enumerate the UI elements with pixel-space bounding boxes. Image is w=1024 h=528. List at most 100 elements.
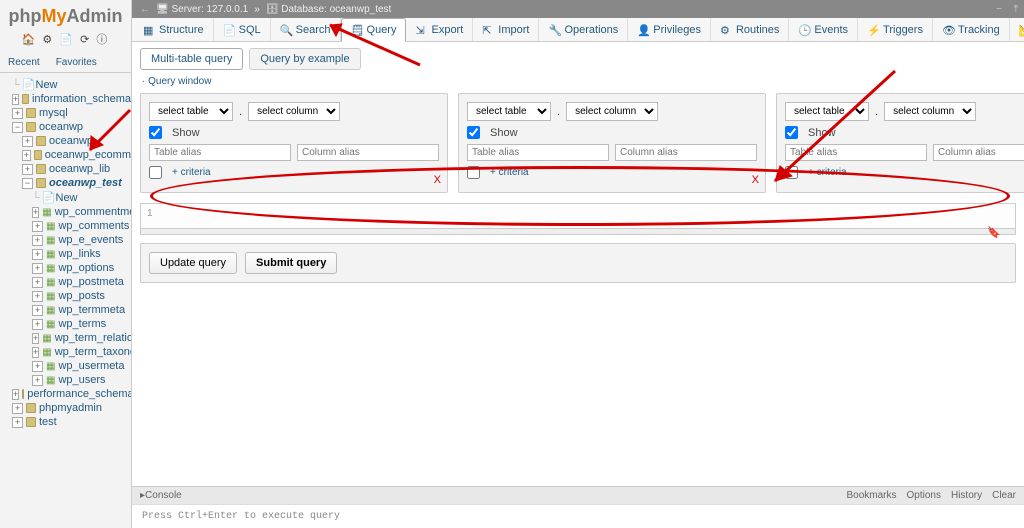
column-alias-input[interactable]: [615, 144, 757, 161]
main-tabs: ▦Structure 📄SQL 🔍Search 🗒Query ⇲Export ⇱…: [132, 18, 1024, 42]
tree-db[interactable]: +test: [0, 415, 131, 429]
tree-new[interactable]: └📄 New: [0, 77, 131, 92]
tree-db[interactable]: +phpmyadmin: [0, 401, 131, 415]
export-icon: ⇲: [415, 24, 427, 36]
tree-db[interactable]: +performance_schema: [0, 387, 131, 401]
tree-table[interactable]: +▦wp_commentmeta: [0, 205, 131, 219]
show-checkbox[interactable]: [149, 126, 162, 139]
tree-table[interactable]: +▦wp_termmeta: [0, 303, 131, 317]
criteria-checkbox[interactable]: [785, 166, 798, 179]
select-table[interactable]: select table: [785, 102, 869, 121]
add-criteria-link[interactable]: + criteria: [172, 167, 211, 178]
tree-table[interactable]: +▦wp_posts: [0, 289, 131, 303]
query-window-link[interactable]: · Query window: [132, 76, 1024, 93]
show-checkbox[interactable]: [785, 126, 798, 139]
tree-table[interactable]: +▦wp_options: [0, 261, 131, 275]
logo: phpMyAdmin: [0, 0, 131, 29]
sql-editor[interactable]: 1: [140, 203, 1016, 229]
console-bookmarks[interactable]: Bookmarks: [846, 490, 896, 501]
nav-arrow-icon[interactable]: ←: [140, 4, 150, 15]
remove-column-icon[interactable]: X: [434, 174, 441, 186]
subtab-multi-table[interactable]: Multi-table query: [140, 48, 243, 70]
add-criteria-link[interactable]: + criteria: [490, 167, 529, 178]
add-criteria-link[interactable]: + criteria: [808, 167, 847, 178]
query-icon: 🗒: [351, 24, 363, 36]
query-column-box: select table.select column Show + criter…: [776, 93, 1024, 193]
tree-table[interactable]: +▦wp_e_events: [0, 233, 131, 247]
tree-table[interactable]: +▦wp_usermeta: [0, 359, 131, 373]
sidetab-recent[interactable]: Recent: [0, 53, 48, 72]
tab-privileges[interactable]: 👤Privileges: [628, 18, 711, 41]
tree-table[interactable]: +▦wp_links: [0, 247, 131, 261]
column-alias-input[interactable]: [297, 144, 439, 161]
criteria-checkbox[interactable]: [467, 166, 480, 179]
select-table[interactable]: select table: [149, 102, 233, 121]
tree-table[interactable]: +▦wp_terms: [0, 317, 131, 331]
tree-db[interactable]: +information_schema: [0, 92, 131, 106]
table-alias-input[interactable]: [785, 144, 927, 161]
tree-table[interactable]: +▦wp_comments: [0, 219, 131, 233]
tab-routines[interactable]: ⚙Routines: [711, 18, 789, 41]
tree-db[interactable]: +oceanwp: [0, 134, 131, 148]
db-tree: └📄 New +information_schema +mysql −ocean…: [0, 73, 131, 437]
tab-designer[interactable]: 📐Designer: [1010, 18, 1024, 41]
select-table[interactable]: select table: [467, 102, 551, 121]
tree-table[interactable]: +▦wp_term_taxonomy: [0, 345, 131, 359]
tab-structure[interactable]: ▦Structure: [134, 18, 214, 41]
tree-db[interactable]: −oceanwp: [0, 120, 131, 134]
user-icon: 👤: [637, 24, 649, 36]
tab-operations[interactable]: 🔧Operations: [539, 18, 628, 41]
tab-tracking[interactable]: 👁Tracking: [933, 18, 1010, 41]
clock-icon: 🕒: [798, 24, 810, 36]
table-alias-input[interactable]: [467, 144, 609, 161]
console-options[interactable]: Options: [907, 490, 941, 501]
remove-column-icon[interactable]: X: [752, 174, 759, 186]
submit-query-button[interactable]: Submit query: [245, 252, 337, 274]
select-column[interactable]: select column: [884, 102, 976, 121]
column-alias-input[interactable]: [933, 144, 1024, 161]
quick-icons[interactable]: 🏠 ⚙ 📄 ⟳ ⓘ: [0, 29, 131, 53]
query-column-box: select table.select column Show + criter…: [458, 93, 766, 193]
minimize-icon[interactable]: −: [996, 4, 1002, 15]
tab-events[interactable]: 🕒Events: [789, 18, 858, 41]
table-alias-input[interactable]: [149, 144, 291, 161]
tree-db[interactable]: +mysql: [0, 106, 131, 120]
wrench-icon: 🔧: [548, 24, 560, 36]
eye-icon: 👁: [942, 24, 954, 36]
breadcrumb-bar: ← 🖥 Server: 127.0.0.1 » 🗄 Database: ocea…: [132, 0, 1024, 18]
tree-db-selected[interactable]: −oceanwp_test: [0, 176, 131, 190]
import-icon: ⇱: [482, 24, 494, 36]
tab-export[interactable]: ⇲Export: [406, 18, 473, 41]
tab-sql[interactable]: 📄SQL: [214, 18, 271, 41]
tree-db[interactable]: +oceanwp_lib: [0, 162, 131, 176]
tree-table[interactable]: +▦wp_postmeta: [0, 275, 131, 289]
console-history[interactable]: History: [951, 490, 982, 501]
criteria-checkbox[interactable]: [149, 166, 162, 179]
sql-icon: 📄: [223, 24, 235, 36]
show-label: Show: [808, 127, 836, 139]
select-column[interactable]: select column: [566, 102, 658, 121]
tree-table[interactable]: +▦wp_term_relationships: [0, 331, 131, 345]
structure-icon: ▦: [143, 24, 155, 36]
show-checkbox[interactable]: [467, 126, 480, 139]
tab-triggers[interactable]: ⚡Triggers: [858, 18, 933, 41]
tab-search[interactable]: 🔍Search: [271, 18, 341, 41]
console-body[interactable]: Press Ctrl+Enter to execute query: [132, 504, 1024, 528]
console-clear[interactable]: Clear: [992, 490, 1016, 501]
tab-query[interactable]: 🗒Query: [341, 18, 407, 42]
select-column[interactable]: select column: [248, 102, 340, 121]
designer-icon: 📐: [1019, 24, 1024, 36]
update-query-button[interactable]: Update query: [149, 252, 237, 274]
sidetab-favorites[interactable]: Favorites: [48, 53, 105, 72]
console-header[interactable]: ▸ Console Bookmarks Options History Clea…: [132, 486, 1024, 504]
tree-new-table[interactable]: └📄 New: [0, 190, 131, 205]
bookmark-icon[interactable]: 🔖: [987, 226, 1001, 239]
gear-icon: ⚙: [720, 24, 732, 36]
subtab-qbe[interactable]: Query by example: [249, 48, 360, 70]
tree-table[interactable]: +▦wp_users: [0, 373, 131, 387]
server-crumb[interactable]: 🖥 Server: 127.0.0.1: [156, 4, 248, 15]
up-icon[interactable]: ⤒: [1014, 4, 1018, 15]
database-crumb[interactable]: 🗄 Database: oceanwp_test: [266, 4, 392, 15]
tree-db[interactable]: +oceanwp_ecomm: [0, 148, 131, 162]
tab-import[interactable]: ⇱Import: [473, 18, 539, 41]
